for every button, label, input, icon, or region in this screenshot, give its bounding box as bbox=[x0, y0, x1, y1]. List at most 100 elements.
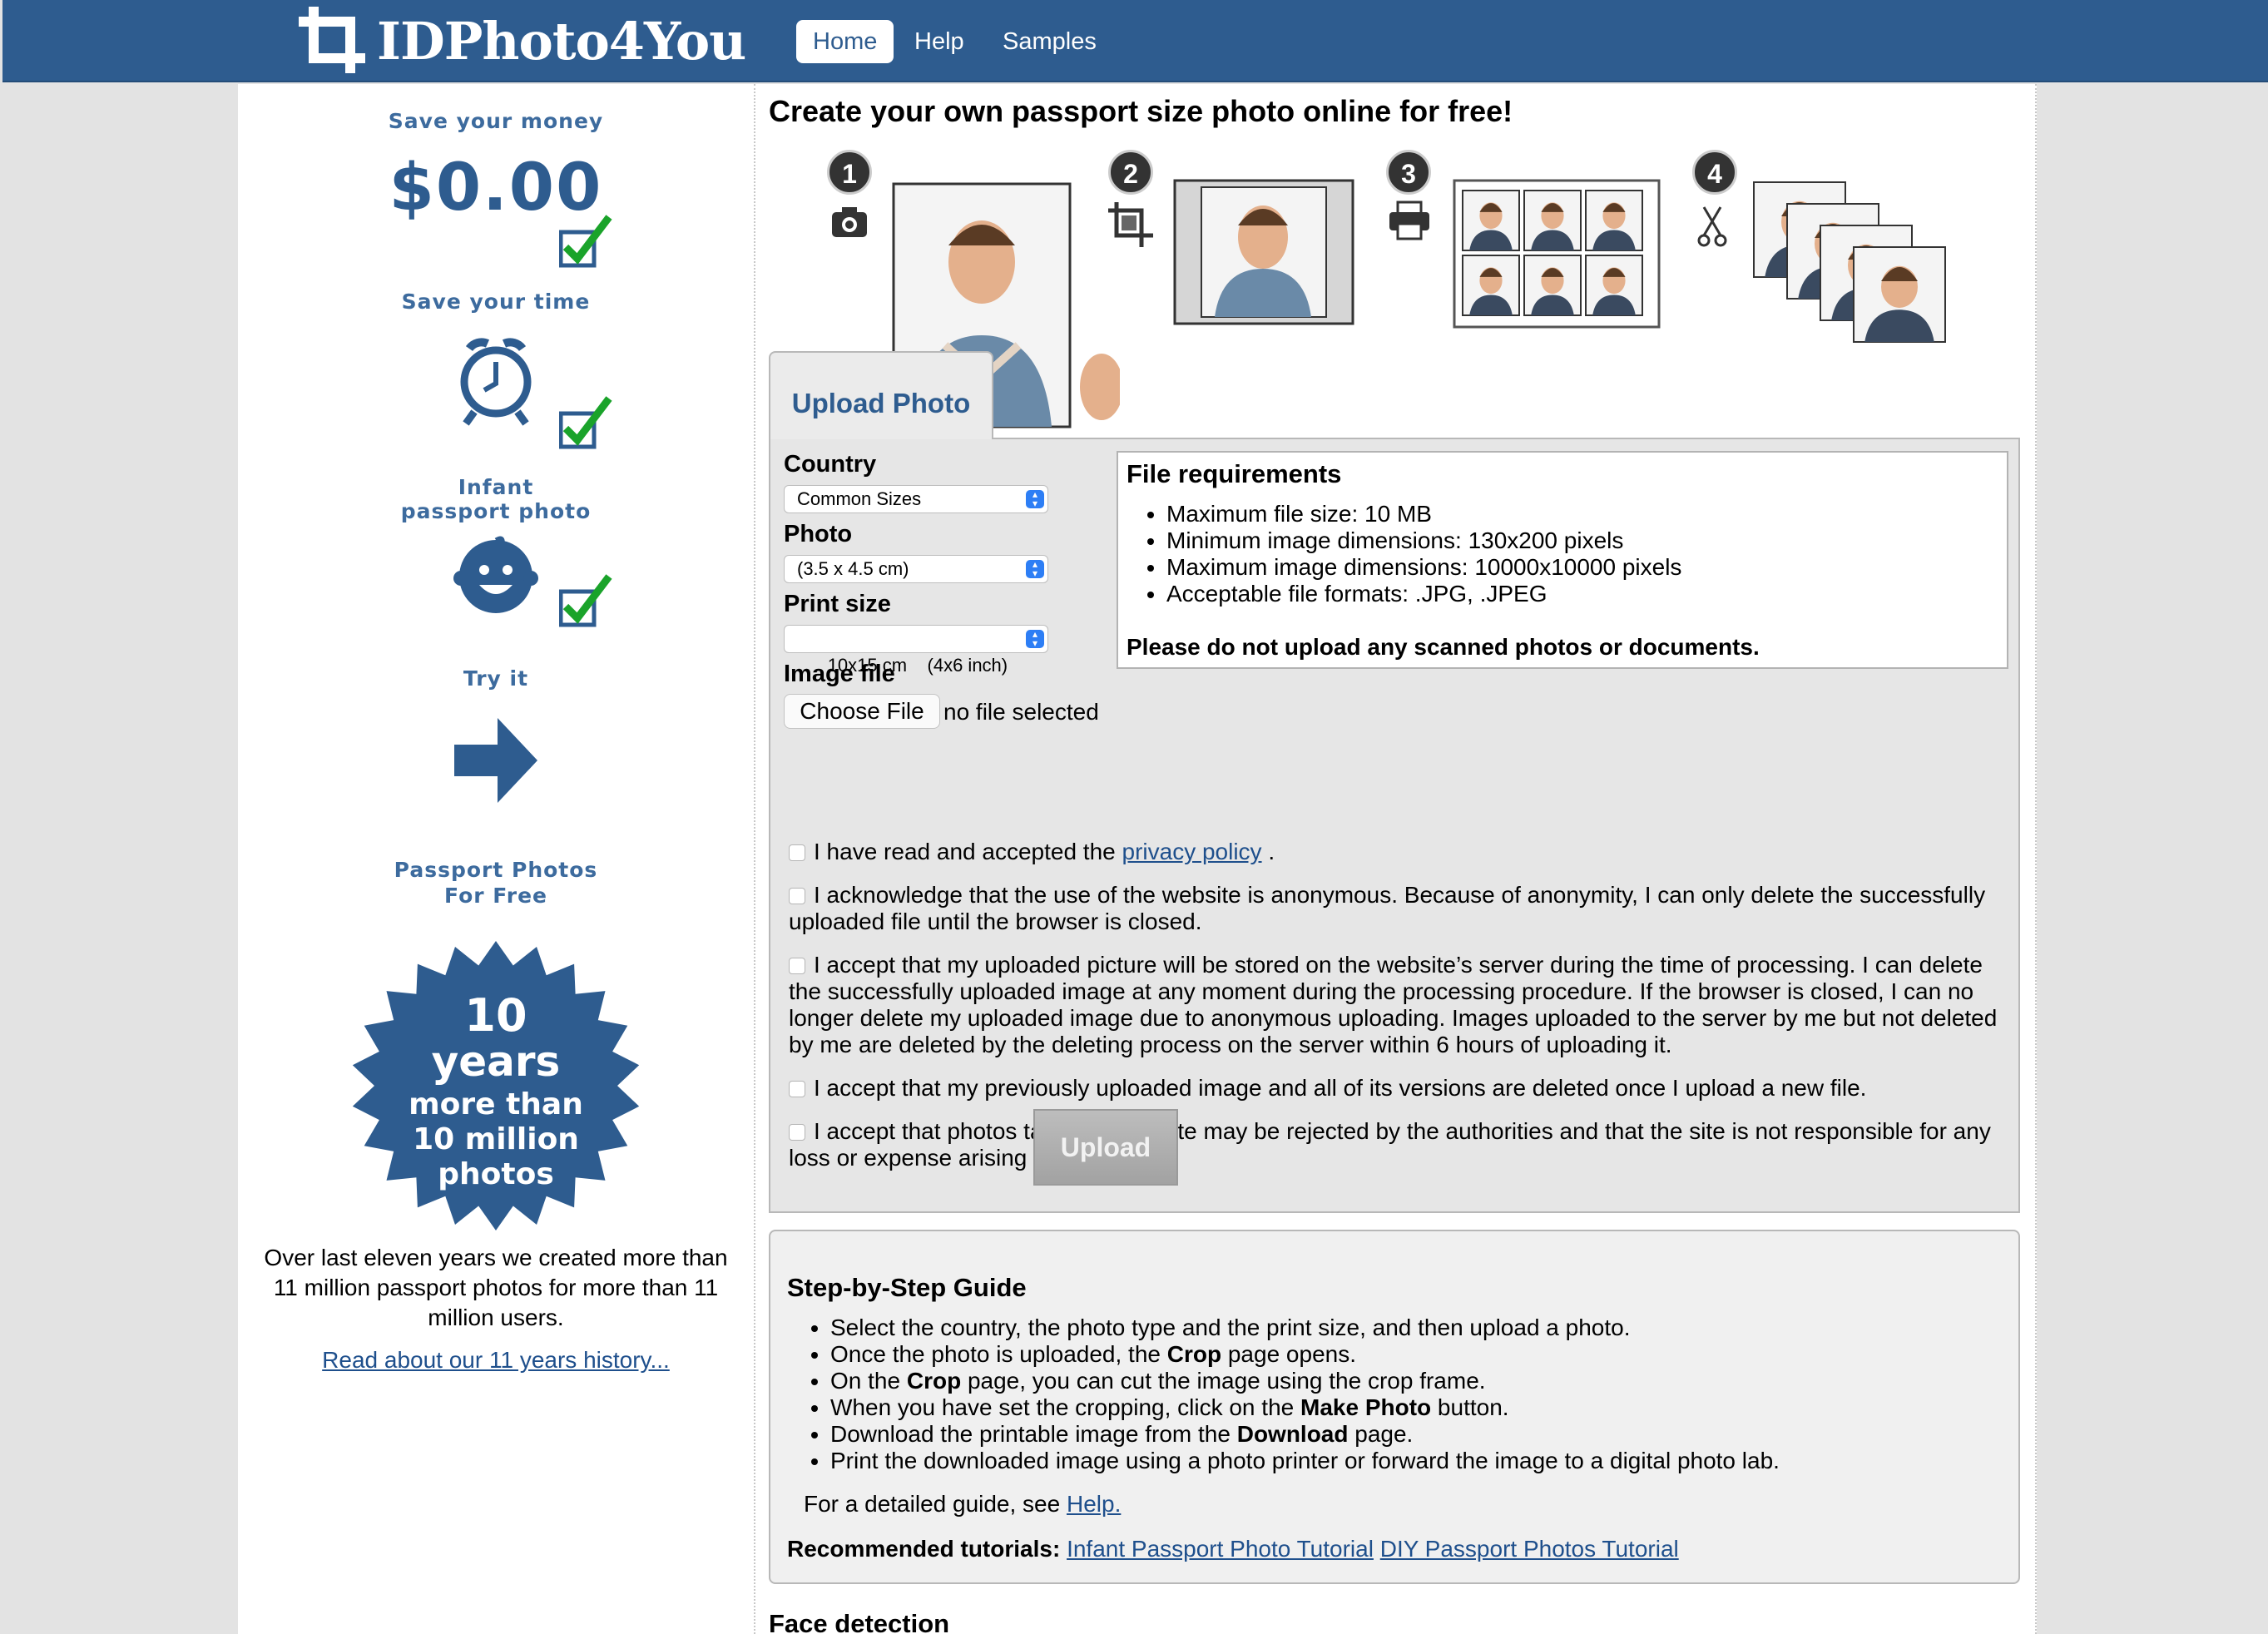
tab-upload-photo-label: Upload Photo bbox=[791, 388, 971, 418]
guide-text: page. bbox=[1348, 1421, 1414, 1447]
guide-item: Select the country, the photo type and t… bbox=[830, 1315, 1780, 1341]
baby-face-icon bbox=[453, 536, 538, 613]
guide-help-line: For a detailed guide, see Help. bbox=[804, 1491, 1121, 1518]
delete-consent-row: I accept that my previously uploaded ima… bbox=[789, 1075, 2005, 1102]
site-logo[interactable]: IDPhoto4You bbox=[295, 3, 746, 78]
checkmark-icon bbox=[559, 574, 612, 627]
help-link[interactable]: Help. bbox=[1067, 1491, 1121, 1517]
country-select-value: Common Sizes bbox=[797, 488, 922, 509]
guide-bold: Crop bbox=[1166, 1341, 1222, 1367]
history-text: Over last eleven years we created more t… bbox=[264, 1245, 728, 1330]
alarm-clock-icon bbox=[460, 338, 532, 426]
guide-item: When you have set the cropping, click on… bbox=[830, 1394, 1780, 1421]
rejection-consent-row: I accept that photos taken by this site … bbox=[789, 1118, 2005, 1171]
page-content: Save your money $0.00 Save your time Inf… bbox=[238, 84, 2037, 1634]
privacy-checkbox[interactable] bbox=[789, 844, 805, 861]
requirement-item: Minimum image dimensions: 130x200 pixels bbox=[1166, 527, 1681, 554]
print-size-select[interactable]: 10x15 cm (4x6 inch) ▴ ▾ bbox=[784, 625, 1048, 676]
guide-text: On the bbox=[830, 1368, 907, 1394]
badge-line-4: 10 million bbox=[413, 1122, 579, 1156]
history-link[interactable]: Read about our 11 years history... bbox=[322, 1347, 670, 1373]
step-4-number: 4 bbox=[1692, 150, 1737, 195]
ten-years-badge: 10 years more than 10 million photos bbox=[352, 941, 640, 1230]
column-divider bbox=[754, 84, 755, 1634]
arrow-right-icon[interactable] bbox=[453, 716, 539, 805]
photo-select-value: (3.5 x 4.5 cm) bbox=[797, 558, 909, 579]
step-3-number: 3 bbox=[1386, 150, 1431, 195]
logo-text: IDPhoto4You bbox=[377, 10, 746, 72]
requirement-item: Maximum file size: 10 MB bbox=[1166, 501, 1681, 527]
tab-upload-photo[interactable]: Upload Photo bbox=[769, 351, 993, 439]
badge-line-5: photos bbox=[438, 1157, 554, 1191]
upload-button[interactable]: Upload bbox=[1033, 1109, 1178, 1186]
delete-checkbox[interactable] bbox=[789, 1081, 805, 1097]
requirement-item: Acceptable file formats: .JPG, .JPEG bbox=[1166, 581, 1681, 607]
top-navbar: IDPhoto4You Home Help Samples bbox=[2, 0, 2268, 82]
try-it-title[interactable]: Try it bbox=[238, 666, 754, 691]
guide-text: Once the photo is uploaded, the bbox=[830, 1341, 1167, 1367]
print-size-label: Print size bbox=[784, 591, 891, 617]
crop-logo-icon bbox=[299, 7, 365, 73]
privacy-consent-end: . bbox=[1261, 839, 1275, 864]
printer-icon bbox=[1389, 201, 1429, 240]
requirement-item: Maximum image dimensions: 10000x10000 pi… bbox=[1166, 554, 1681, 581]
step-by-step-guide: Step-by-Step Guide Select the country, t… bbox=[769, 1230, 2020, 1584]
image-file-label: Image file bbox=[784, 661, 895, 687]
price-label: $0.00 bbox=[389, 151, 603, 225]
nav-samples[interactable]: Samples bbox=[986, 20, 1113, 63]
infant-title-1: Infant bbox=[458, 475, 534, 499]
face-detection-title: Face detection bbox=[769, 1609, 950, 1634]
anonymous-checkbox[interactable] bbox=[789, 888, 805, 904]
storage-consent-row: I accept that my uploaded picture will b… bbox=[789, 952, 2005, 1058]
privacy-consent-text: I have read and accepted the bbox=[814, 839, 1122, 864]
column-divider-right bbox=[2035, 84, 2037, 1634]
file-status: no file selected bbox=[943, 699, 1099, 725]
upload-panel: Country Common Sizes ▴ ▾ Photo (3.5 x 4.5… bbox=[769, 438, 2020, 1213]
diy-tutorial-link[interactable]: DIY Passport Photos Tutorial bbox=[1380, 1536, 1679, 1562]
recommended-label: Recommended tutorials: bbox=[787, 1536, 1061, 1562]
country-select[interactable]: Common Sizes ▴ ▾ bbox=[784, 485, 1048, 513]
badge-line-2: years bbox=[432, 1037, 561, 1086]
recommended-tutorials: Recommended tutorials: Infant Passport P… bbox=[787, 1536, 1679, 1562]
select-arrows-icon: ▴ ▾ bbox=[1026, 559, 1044, 578]
nav-help[interactable]: Help bbox=[898, 20, 981, 63]
guide-help-text: For a detailed guide, see bbox=[804, 1491, 1067, 1517]
page-title: Create your own passport size photo onli… bbox=[769, 94, 1513, 128]
file-requirements-title: File requirements bbox=[1127, 459, 1342, 488]
badge-line-1: 10 bbox=[464, 989, 527, 1042]
free-title-1: Passport Photos bbox=[394, 858, 598, 882]
privacy-consent-row: I have read and accepted the privacy pol… bbox=[789, 839, 2005, 865]
step-3-print-sheet bbox=[1453, 179, 1661, 329]
guide-list: Select the country, the photo type and t… bbox=[810, 1315, 1780, 1474]
guide-bold: Make Photo bbox=[1300, 1394, 1432, 1420]
save-time-title: Save your time bbox=[401, 290, 591, 314]
photo-select[interactable]: (3.5 x 4.5 cm) ▴ ▾ bbox=[784, 555, 1048, 583]
privacy-policy-link[interactable]: privacy policy bbox=[1122, 839, 1262, 864]
file-requirements-list: Maximum file size: 10 MB Minimum image d… bbox=[1146, 501, 1681, 607]
nav-home[interactable]: Home bbox=[796, 20, 894, 63]
step-2-photo bbox=[1173, 179, 1354, 325]
delete-consent-text: I accept that my previously uploaded ima… bbox=[814, 1075, 1867, 1101]
requirements-note: Please do not upload any scanned photos … bbox=[1127, 634, 1760, 660]
guide-text: When you have set the cropping, click on… bbox=[830, 1394, 1300, 1420]
guide-item: Once the photo is uploaded, the Crop pag… bbox=[830, 1341, 1780, 1368]
storage-checkbox[interactable] bbox=[789, 958, 805, 974]
guide-text: page opens. bbox=[1221, 1341, 1356, 1367]
guide-title: Step-by-Step Guide bbox=[787, 1273, 1027, 1302]
rejection-checkbox[interactable] bbox=[789, 1124, 805, 1141]
storage-consent-text: I accept that my uploaded picture will b… bbox=[789, 952, 1998, 1057]
choose-file-button[interactable]: Choose File bbox=[784, 694, 940, 729]
guide-text: page, you can cut the image using the cr… bbox=[961, 1368, 1486, 1394]
rejection-consent-text: I accept that photos taken by this site … bbox=[789, 1118, 1991, 1171]
infant-tutorial-link[interactable]: Infant Passport Photo Tutorial bbox=[1067, 1536, 1374, 1562]
checkmark-icon bbox=[559, 215, 612, 268]
guide-bold: Crop bbox=[906, 1368, 962, 1394]
left-sidebar: Save your money $0.00 Save your time Inf… bbox=[238, 84, 754, 1634]
infant-title-2: passport photo bbox=[400, 499, 592, 523]
step-4-photo-stack bbox=[1753, 181, 1946, 343]
guide-item: Download the printable image from the Do… bbox=[830, 1421, 1780, 1448]
photo-label: Photo bbox=[784, 521, 853, 547]
file-requirements-box: File requirements Maximum file size: 10 … bbox=[1117, 451, 2008, 669]
guide-item: On the Crop page, you can cut the image … bbox=[830, 1368, 1780, 1394]
country-label: Country bbox=[784, 451, 877, 478]
